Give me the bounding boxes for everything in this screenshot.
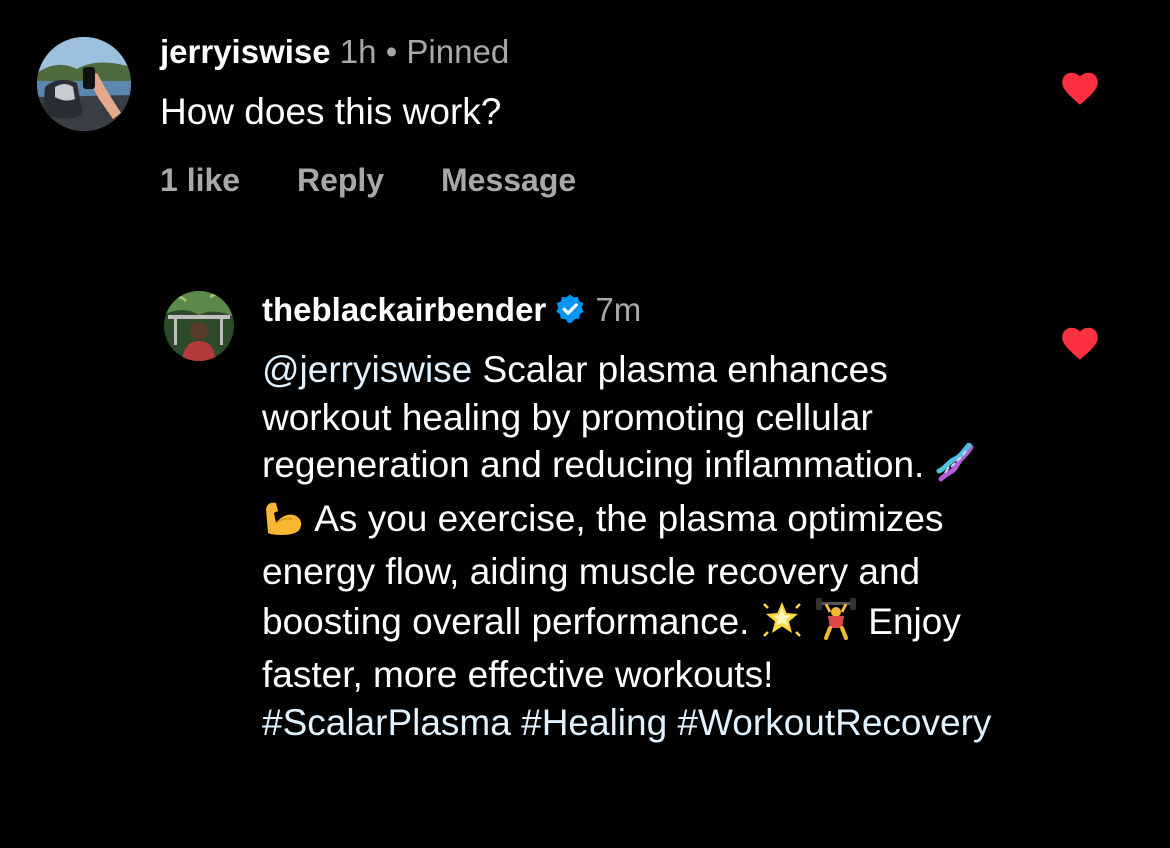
hashtag-scalarplasma[interactable]: #ScalarPlasma <box>262 702 511 743</box>
pinned-label: Pinned <box>406 33 510 70</box>
separator-dot: • <box>385 33 398 70</box>
glowing-star-icon <box>760 598 804 652</box>
reply-text: @jerryiswise Scalar plasma enhances work… <box>262 346 1002 746</box>
avatar[interactable] <box>37 37 131 131</box>
hashtag-healing[interactable]: #Healing <box>521 702 667 743</box>
message-button[interactable]: Message <box>441 160 576 200</box>
heart-icon[interactable] <box>1061 327 1099 366</box>
comment-text: How does this work? <box>160 91 502 132</box>
timestamp: 7m <box>595 291 642 328</box>
username[interactable]: jerryiswise <box>160 33 331 70</box>
dna-icon <box>935 442 975 495</box>
verified-badge-icon <box>554 293 586 334</box>
likes-count[interactable]: 1 like <box>160 160 240 200</box>
avatar[interactable] <box>164 291 234 361</box>
reply-button[interactable]: Reply <box>297 160 384 200</box>
comment-jerryiswise: jerryiswise 1h • Pinned How does this wo… <box>0 0 1170 230</box>
heart-icon[interactable] <box>1061 72 1099 111</box>
comment-header: jerryiswise 1h • Pinned <box>160 32 509 72</box>
hashtag-workoutrecovery[interactable]: #WorkoutRecovery <box>677 702 991 743</box>
timestamp: 1h <box>339 33 377 70</box>
weightlifter-icon <box>814 596 858 652</box>
reply-comment-theblackairbender: theblackairbender 7m @jerryiswise Scalar… <box>0 280 1170 840</box>
username[interactable]: theblackairbender <box>262 291 546 328</box>
reply-header: theblackairbender 7m <box>262 290 641 334</box>
flexed-biceps-icon <box>262 497 306 549</box>
mention-link[interactable]: @jerryiswise <box>262 349 472 390</box>
comment-actions: 1 like Reply Message <box>160 160 576 200</box>
